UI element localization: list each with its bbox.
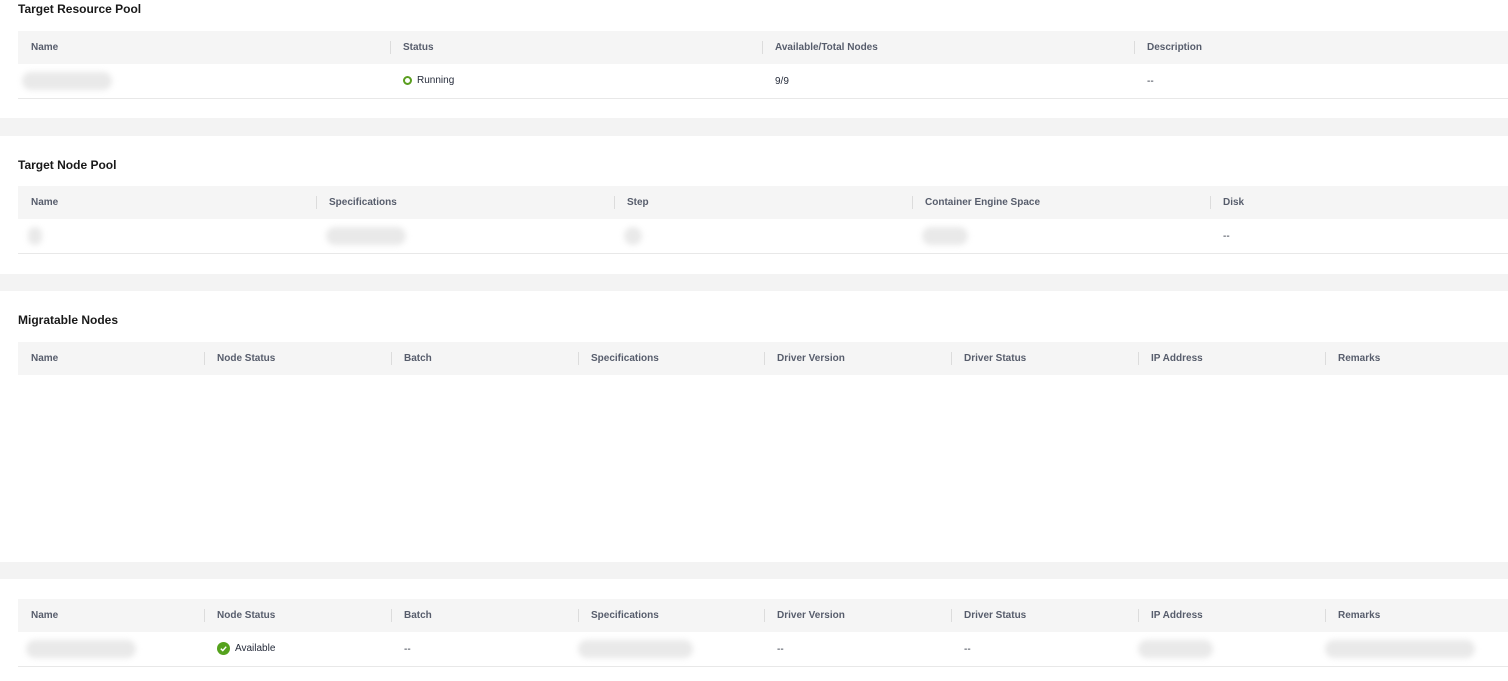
column-header-ip-address: IP Address [1138, 342, 1325, 375]
redacted-ip-address [1138, 640, 1213, 658]
selected-nodes-panel: Name Node Status Batch Specifications Dr… [0, 579, 1508, 681]
resource-pool-table: Name Status Available/Total Nodes Descri… [18, 31, 1508, 99]
driver-version-value: -- [764, 632, 951, 667]
redacted-engine-space [922, 227, 968, 245]
table-header: Name Status Available/Total Nodes Descri… [18, 31, 1508, 64]
column-header-ip-address: IP Address [1138, 599, 1325, 632]
column-header-driver-version: Driver Version [764, 342, 951, 375]
table-header: Name Specifications Step Container Engin… [18, 186, 1508, 219]
table-row[interactable]: -- [18, 219, 1508, 254]
table-header: Name Node Status Batch Specifications Dr… [18, 342, 1508, 375]
table-row[interactable]: Running 9/9 -- [18, 64, 1508, 99]
column-header-container-engine-space: Container Engine Space [912, 186, 1210, 219]
column-header-driver-status: Driver Status [951, 599, 1138, 632]
check-circle-icon [217, 642, 230, 655]
redacted-specifications [578, 640, 693, 658]
column-header-description: Description [1134, 31, 1508, 64]
redacted-specifications [326, 227, 406, 245]
column-header-nodes: Available/Total Nodes [762, 31, 1134, 64]
target-node-pool-panel: Target Node Pool Name Specifications Ste… [0, 136, 1508, 274]
column-header-status: Status [390, 31, 762, 64]
migratable-nodes-panel: Migratable Nodes Name Node Status Batch … [0, 291, 1508, 562]
column-header-specifications: Specifications [316, 186, 614, 219]
status-text: Running [417, 74, 455, 86]
column-header-name: Name [18, 186, 316, 219]
column-header-name: Name [18, 31, 390, 64]
target-resource-pool-panel: Target Resource Pool Name Status Availab… [0, 0, 1508, 118]
column-header-remarks: Remarks [1325, 599, 1508, 632]
description-value: -- [1134, 64, 1508, 99]
redacted-name [28, 227, 42, 245]
column-header-specifications: Specifications [578, 599, 764, 632]
redacted-name [26, 640, 136, 658]
nodes-value: 9/9 [762, 64, 1134, 99]
status-text: Available [235, 643, 276, 654]
column-header-driver-status: Driver Status [951, 342, 1138, 375]
redacted-step [624, 227, 642, 245]
empty-table-body [18, 375, 1508, 561]
column-header-node-status: Node Status [204, 599, 391, 632]
column-header-name: Name [18, 342, 204, 375]
column-header-batch: Batch [391, 342, 578, 375]
column-header-step: Step [614, 186, 912, 219]
section-title: Migratable Nodes [18, 313, 119, 327]
driver-status-value: -- [951, 632, 1138, 667]
redacted-name [22, 72, 112, 90]
table-row[interactable]: Available -- -- -- [18, 632, 1508, 667]
column-header-node-status: Node Status [204, 342, 391, 375]
section-title: Target Resource Pool [18, 2, 142, 16]
status-cell: Available [217, 642, 275, 655]
batch-value: -- [391, 632, 578, 667]
section-title: Target Node Pool [18, 158, 117, 172]
migratable-nodes-table: Name Node Status Batch Specifications Dr… [18, 342, 1508, 561]
column-header-specifications: Specifications [578, 342, 764, 375]
column-header-disk: Disk [1210, 186, 1508, 219]
node-pool-table: Name Specifications Step Container Engin… [18, 186, 1508, 254]
disk-value: -- [1210, 219, 1508, 254]
table-header: Name Node Status Batch Specifications Dr… [18, 599, 1508, 632]
column-header-batch: Batch [391, 599, 578, 632]
status-cell: Running [403, 75, 454, 86]
column-header-driver-version: Driver Version [764, 599, 951, 632]
running-status-icon [403, 75, 412, 85]
column-header-remarks: Remarks [1325, 342, 1508, 375]
selected-nodes-table: Name Node Status Batch Specifications Dr… [18, 599, 1508, 667]
column-header-name: Name [18, 599, 204, 632]
redacted-remarks [1325, 640, 1475, 658]
